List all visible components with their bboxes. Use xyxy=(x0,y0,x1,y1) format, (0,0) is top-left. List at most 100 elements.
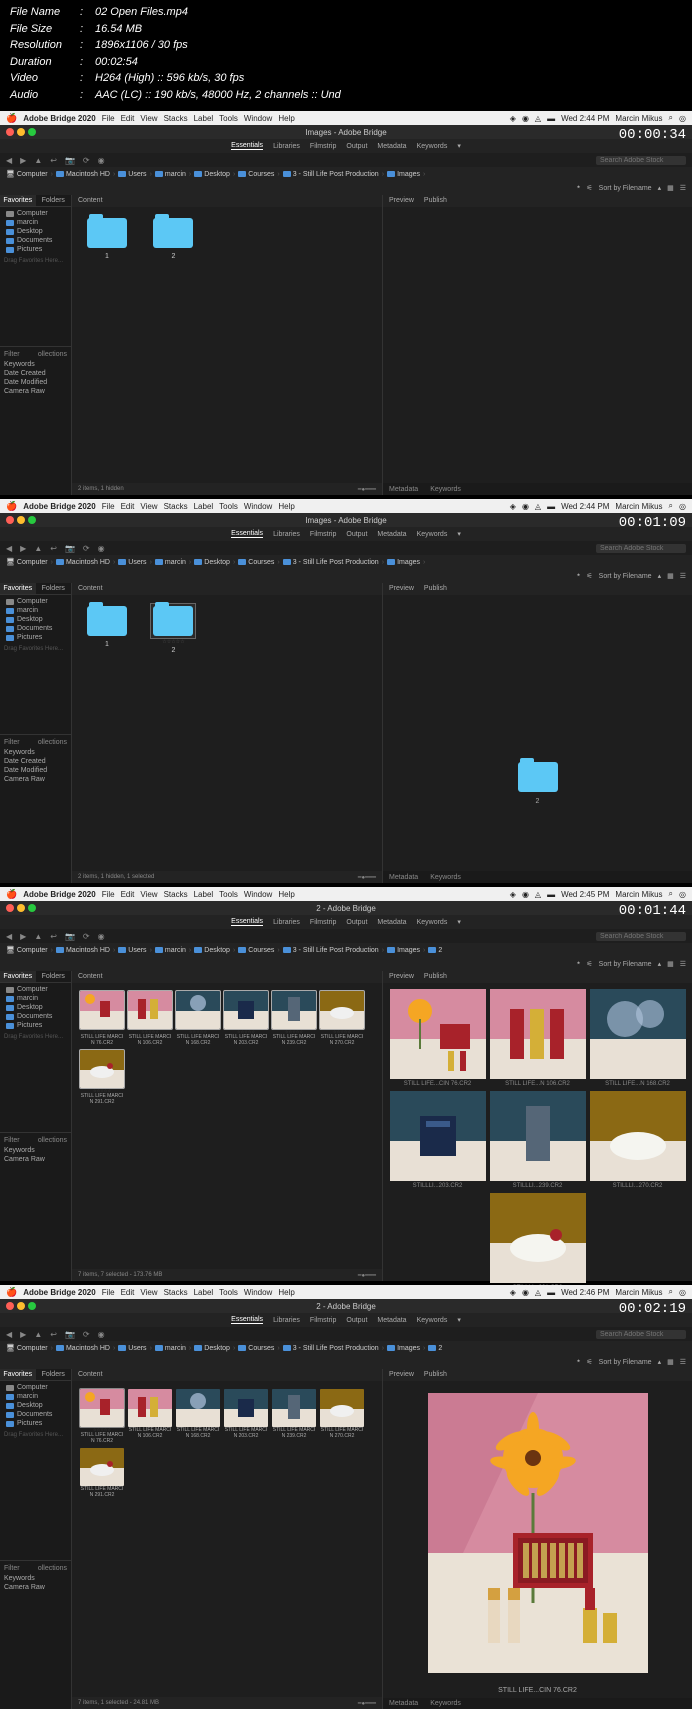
menu-window[interactable]: Window xyxy=(244,114,272,123)
list-icon[interactable]: ☰ xyxy=(680,184,686,192)
menu-edit[interactable]: Edit xyxy=(121,114,135,123)
preview-area: Preview Publish Metadata Keywords xyxy=(382,195,692,495)
preview-thumb[interactable]: STILL LIFE...CIN 76.CR2 xyxy=(390,989,486,1087)
tab-libraries[interactable]: Libraries xyxy=(273,143,300,150)
up-icon[interactable]: ▲ xyxy=(34,156,42,165)
preview-thumb[interactable]: STILLLI...291.CR2 xyxy=(490,1193,586,1291)
back-icon[interactable]: ◀ xyxy=(6,156,12,165)
tab-output[interactable]: Output xyxy=(346,143,367,150)
publish-tab[interactable]: Publish xyxy=(424,195,447,207)
thumb-item[interactable]: STILL LIFE MARCIN 168.CR2 xyxy=(176,1389,220,1444)
thumb-item[interactable]: ☆☆☆☆☆STILL LIFE MARCIN 76.CR2 xyxy=(80,991,124,1046)
sidebar-item-documents[interactable]: Documents xyxy=(4,236,67,245)
thumb-item[interactable]: STILL LIFE MARCIN 106.CR2 xyxy=(128,1389,172,1444)
crumb-marcin[interactable]: marcin xyxy=(155,171,186,178)
wifi-icon[interactable]: ◬ xyxy=(535,114,541,123)
filter-panel: Filterollections Keywords Date Created D… xyxy=(0,346,71,398)
apple-icon[interactable]: 🍎 xyxy=(6,501,17,512)
folder-2[interactable]: ☆☆☆☆☆2 xyxy=(150,603,196,654)
filter-keywords[interactable]: Keywords xyxy=(4,360,67,369)
search-icon[interactable]: ⌕ xyxy=(669,113,673,123)
filter-star-icon[interactable]: ⭑ xyxy=(577,184,581,192)
tab-keywords[interactable]: Keywords xyxy=(417,143,448,150)
preview-large[interactable] xyxy=(428,1393,648,1673)
thumb-item[interactable]: STILL LIFE MARCIN 239.CR2 xyxy=(272,1389,316,1444)
crumb-courses[interactable]: Courses xyxy=(238,171,274,178)
thumb-item[interactable]: ☆☆☆☆☆STILL LIFE MARCIN 168.CR2 xyxy=(176,991,220,1046)
sidebar-item-desktop[interactable]: Desktop xyxy=(4,227,67,236)
toolbar: ◀ ▶ ▲ ↩ 📷 ⟳ ◉ xyxy=(0,153,692,167)
panel-1: 00:00:34 🍎 Adobe Bridge 2020 File Edit V… xyxy=(0,111,692,495)
thumb-item[interactable]: ☆☆☆☆☆STILL LIFE MARCIN 239.CR2 xyxy=(272,991,316,1046)
menu-file[interactable]: File xyxy=(102,114,115,123)
search-input[interactable] xyxy=(596,156,686,165)
folder-2[interactable]: 2 xyxy=(150,215,196,260)
window-title: Images - Adobe Bridge xyxy=(305,128,386,137)
filter-icon[interactable]: ⚟ xyxy=(586,184,592,192)
folder-1[interactable]: 1 xyxy=(84,215,130,260)
footer-metadata[interactable]: Metadata xyxy=(389,486,418,493)
sidebar-item-computer[interactable]: Computer xyxy=(4,209,67,218)
apple-icon[interactable]: 🍎 xyxy=(6,113,17,124)
sidebar-tab-favorites[interactable]: Favorites xyxy=(0,195,36,206)
crumb-images[interactable]: Images xyxy=(387,171,420,178)
filter-date-modified[interactable]: Date Modified xyxy=(4,378,67,387)
thumb-item[interactable]: ☆☆☆☆☆STILL LIFE MARCIN 76.CR2 xyxy=(80,1389,124,1444)
camera-icon[interactable]: 📷 xyxy=(65,156,75,165)
sidebar-tab-folders[interactable]: Folders xyxy=(36,195,72,206)
thumb-slider[interactable]: ━●━━━ xyxy=(358,486,376,493)
preview-thumb[interactable]: STILLLI...203.CR2 xyxy=(390,1091,486,1189)
tab-metadata[interactable]: Metadata xyxy=(377,143,406,150)
clock[interactable]: Wed 2:44 PM xyxy=(561,114,609,123)
tab-filmstrip[interactable]: Filmstrip xyxy=(310,143,336,150)
boomerang-icon[interactable]: ↩ xyxy=(50,156,57,165)
folder-1[interactable]: 1 xyxy=(84,603,130,648)
menu-tools[interactable]: Tools xyxy=(219,114,238,123)
content-body[interactable]: 1 2 xyxy=(72,207,382,483)
crumb-desktop[interactable]: Desktop xyxy=(194,171,230,178)
sort-dropdown[interactable]: Sort by Filename xyxy=(599,185,652,192)
filter-date-created[interactable]: Date Created xyxy=(4,369,67,378)
dropbox-icon[interactable]: ◈ xyxy=(510,114,516,123)
siri-icon[interactable]: ◎ xyxy=(679,114,686,123)
thumb-item[interactable]: STILL LIFE MARCIN 270.CR2 xyxy=(320,1389,364,1444)
refresh-icon[interactable]: ⟳ xyxy=(83,156,90,165)
tab-essentials[interactable]: Essentials xyxy=(231,142,263,150)
menu-label[interactable]: Label xyxy=(194,114,214,123)
thumb-item[interactable]: ☆☆☆☆☆STILL LIFE MARCIN 106.CR2 xyxy=(128,991,172,1046)
traffic-lights[interactable] xyxy=(0,125,42,139)
iris-icon[interactable]: ◉ xyxy=(98,156,105,165)
content-area: Content 1 2 2 items, 1 hidden ━●━━━ xyxy=(72,195,382,495)
menu-help[interactable]: Help xyxy=(278,114,294,123)
preview-thumb[interactable]: STILL LIFE...N 168.CR2 xyxy=(590,989,686,1087)
crumb-hd[interactable]: Macintosh HD xyxy=(56,171,110,178)
user-name[interactable]: Marcin Mikus xyxy=(615,114,662,123)
crumb-users[interactable]: Users xyxy=(118,171,146,178)
sidebar-drag-hint: Drag Favorites Here... xyxy=(0,256,71,266)
sidebar-item-pictures[interactable]: Pictures xyxy=(4,245,67,254)
sidebar-item-marcin[interactable]: marcin xyxy=(4,218,67,227)
grid-icon[interactable]: ▦ xyxy=(667,184,674,192)
filter-camera-raw[interactable]: Camera Raw xyxy=(4,387,67,396)
crumb-computer[interactable]: 🖥 Computer xyxy=(6,170,48,178)
menu-view[interactable]: View xyxy=(140,114,157,123)
preview-thumb[interactable]: STILLLI...270.CR2 xyxy=(590,1091,686,1189)
cc-icon[interactable]: ◉ xyxy=(522,114,529,123)
window-titlebar: Images - Adobe Bridge xyxy=(0,125,692,139)
thumb-item[interactable]: ☆☆☆☆☆STILL LIFE MARCIN 291.CR2 xyxy=(80,1050,124,1105)
forward-icon[interactable]: ▶ xyxy=(20,156,26,165)
menu-stacks[interactable]: Stacks xyxy=(164,114,188,123)
battery-icon[interactable]: ▬ xyxy=(547,114,555,123)
crumb-project[interactable]: 3 - Still Life Post Production xyxy=(283,171,379,178)
preview-tab[interactable]: Preview xyxy=(389,195,414,207)
thumb-item[interactable]: STILL LIFE MARCIN 291.CR2 xyxy=(80,1448,124,1498)
workspace-tabs: Essentials Libraries Filmstrip Output Me… xyxy=(0,139,692,153)
thumb-item[interactable]: ☆☆☆☆☆STILL LIFE MARCIN 203.CR2 xyxy=(224,991,268,1046)
thumb-item[interactable]: ☆☆☆☆☆STILL LIFE MARCIN 270.CR2 xyxy=(320,991,364,1046)
footer-keywords[interactable]: Keywords xyxy=(430,486,461,493)
thumb-item[interactable]: STILL LIFE MARCIN 203.CR2 xyxy=(224,1389,268,1444)
chevron-down-icon[interactable]: ▾ xyxy=(457,142,461,150)
preview-thumb[interactable]: STILL LIFE...N 106.CR2 xyxy=(490,989,586,1087)
sort-asc-icon[interactable]: ▴ xyxy=(658,184,662,192)
preview-thumb[interactable]: STILLLI...239.CR2 xyxy=(490,1091,586,1189)
